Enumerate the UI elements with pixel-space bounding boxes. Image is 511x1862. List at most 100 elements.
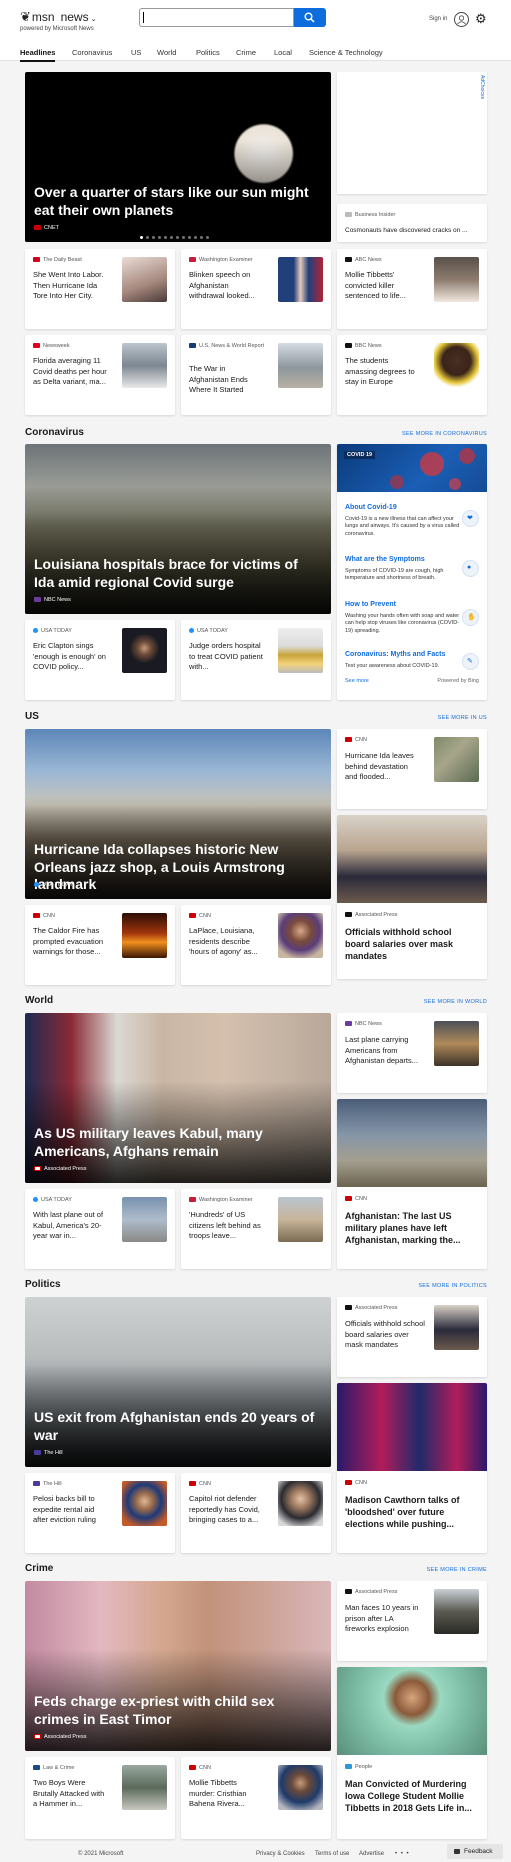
world-hero[interactable]: As US military leaves Kabul, many Americ… — [25, 1013, 331, 1183]
nav-crime[interactable]: Crime — [236, 48, 256, 57]
news-card[interactable]: USA TODAY Judge orders hospital to treat… — [181, 620, 331, 700]
card-title[interactable]: With last plane out of Kabul, America's … — [33, 1210, 108, 1242]
news-card[interactable]: CNN Capitol riot defender reportedly has… — [181, 1473, 331, 1553]
card-source: Associated Press — [345, 1305, 398, 1311]
news-card[interactable]: Washington Examiner Blinken speech on Af… — [181, 249, 331, 329]
chevron-down-icon[interactable]: ⌄ — [91, 16, 97, 23]
logo-news-text[interactable]: news — [61, 10, 89, 24]
privacy-link[interactable]: Privacy & Cookies — [256, 1851, 305, 1857]
hero-title[interactable]: Hurricane Ida collapses historic New Orl… — [34, 841, 321, 894]
covid-tag: COVID 19 — [344, 451, 376, 459]
card-thumbnail — [122, 343, 167, 388]
card-title[interactable]: LaPlace, Louisiana, residents describe '… — [189, 926, 264, 958]
politics-hero[interactable]: US exit from Afghanistan ends 20 years o… — [25, 1297, 331, 1467]
news-card[interactable]: The Hill Pelosi backs bill to expedite r… — [25, 1473, 175, 1553]
card-title[interactable]: The students amassing degrees to stay in… — [345, 356, 420, 388]
terms-link[interactable]: Terms of use — [315, 1851, 349, 1857]
card-title[interactable]: Officials withhold school board salaries… — [345, 926, 475, 962]
card-title[interactable]: Man Convicted of Murdering Iowa College … — [345, 1778, 475, 1814]
side-card[interactable]: NBC News Last plane carrying Americans f… — [337, 1013, 487, 1093]
search-icon — [304, 12, 315, 23]
coronavirus-hero[interactable]: Louisiana hospitals brace for victims of… — [25, 444, 331, 614]
hero-title[interactable]: Feds charge ex-priest with child sex cri… — [34, 1693, 321, 1728]
side-card[interactable]: Associated Press Officials withhold scho… — [337, 1297, 487, 1377]
see-more-us[interactable]: SEE MORE IN US — [438, 715, 487, 721]
tall-card[interactable]: CNN Madison Cawthorn talks of 'bloodshed… — [337, 1383, 487, 1553]
tall-card[interactable]: People Man Convicted of Murdering Iowa C… — [337, 1667, 487, 1839]
see-more-politics[interactable]: SEE MORE IN POLITICS — [418, 1283, 487, 1289]
side-card[interactable]: Associated Press Man faces 10 years in p… — [337, 1581, 487, 1661]
search-input[interactable] — [139, 8, 294, 27]
see-more-coronavirus[interactable]: SEE MORE IN CORONAVIRUS — [402, 431, 487, 437]
sign-in-link[interactable]: Sign in — [429, 16, 447, 22]
avatar-icon[interactable] — [454, 12, 469, 27]
nav-coronavirus[interactable]: Coronavirus — [72, 48, 112, 57]
hero-title[interactable]: As US military leaves Kabul, many Americ… — [34, 1125, 321, 1160]
news-card[interactable]: The Daily Beast She Went Into Labor. The… — [25, 249, 175, 329]
tall-card[interactable]: Associated Press Officials withhold scho… — [337, 815, 487, 979]
card-title[interactable]: Florida averaging 11 Covid deaths per ho… — [33, 356, 108, 388]
card-title[interactable]: The War in Afghanistan Ends Where It Sta… — [189, 364, 264, 396]
headline-hero[interactable]: Over a quarter of stars like our sun mig… — [25, 72, 331, 242]
adchoices-label[interactable]: AdChoices — [479, 75, 485, 99]
news-card[interactable]: CNN LaPlace, Louisiana, residents descri… — [181, 905, 331, 985]
card-title[interactable]: Judge orders hospital to treat COVID pat… — [189, 641, 264, 673]
nav-world[interactable]: World — [157, 48, 176, 57]
news-card[interactable]: USA TODAY With last plane out of Kabul, … — [25, 1189, 175, 1269]
news-card[interactable]: Law & Crime Two Boys Were Brutally Attac… — [25, 1757, 175, 1839]
news-card[interactable]: BBC News The students amassing degrees t… — [337, 335, 487, 415]
card-title[interactable]: Capitol riot defender reportedly has Cov… — [189, 1494, 264, 1526]
card-title[interactable]: Pelosi backs bill to expedite rental aid… — [33, 1494, 108, 1526]
card-title[interactable]: Blinken speech on Afghanistan withdrawal… — [189, 270, 264, 302]
see-more-crime[interactable]: SEE MORE IN CRIME — [427, 1567, 487, 1573]
search-button[interactable] — [294, 8, 326, 27]
nav-science-technology[interactable]: Science & Technology — [309, 48, 383, 57]
nav-local[interactable]: Local — [274, 48, 292, 57]
hero-title[interactable]: Over a quarter of stars like our sun mig… — [34, 184, 321, 219]
gear-icon[interactable]: ⚙ — [475, 11, 487, 27]
card-title[interactable]: Madison Cawthorn talks of 'bloodshed' ov… — [345, 1494, 475, 1530]
news-card[interactable]: CNN Mollie Tibbetts murder: Cristhian Ba… — [181, 1757, 331, 1839]
card-title[interactable]: Eric Clapton sings 'enough is enough' on… — [33, 641, 108, 673]
covid-see-more[interactable]: See more — [345, 678, 369, 684]
ad-slot[interactable]: AdChoices — [337, 72, 487, 194]
side-card[interactable]: Business Insider Cosmonauts have discove… — [337, 204, 487, 242]
nav-headlines[interactable]: Headlines — [20, 48, 56, 62]
card-title[interactable]: Mollie Tibbetts murder: Cristhian Bahena… — [189, 1778, 264, 1810]
carousel-dots[interactable] — [140, 236, 209, 239]
card-thumbnail — [122, 257, 167, 302]
news-card[interactable]: Newsweek Florida averaging 11 Covid deat… — [25, 335, 175, 415]
news-card[interactable]: Washington Examiner 'Hundreds' of US cit… — [181, 1189, 331, 1269]
card-title[interactable]: Afghanistan: The last US military planes… — [345, 1210, 475, 1246]
news-card[interactable]: ABC News Mollie Tibbetts' convicted kill… — [337, 249, 487, 329]
feedback-button[interactable]: Feedback — [447, 1844, 503, 1859]
card-thumbnail — [278, 1197, 323, 1242]
news-card[interactable]: CNN The Caldor Fire has prompted evacuat… — [25, 905, 175, 985]
card-source: CNN — [189, 1765, 211, 1771]
us-hero[interactable]: Hurricane Ida collapses historic New Orl… — [25, 729, 331, 899]
news-card[interactable]: U.S. News & World Report The War in Afgh… — [181, 335, 331, 415]
card-thumbnail — [278, 1481, 323, 1526]
card-title[interactable]: The Caldor Fire has prompted evacuation … — [33, 926, 108, 958]
hero-title[interactable]: US exit from Afghanistan ends 20 years o… — [34, 1409, 321, 1444]
more-icon[interactable]: • • • — [395, 1851, 410, 1857]
advertise-link[interactable]: Advertise — [359, 1851, 384, 1857]
card-title[interactable]: Officials withhold school board salaries… — [345, 1319, 425, 1351]
hero-title[interactable]: Louisiana hospitals brace for victims of… — [34, 556, 321, 591]
see-more-world[interactable]: SEE MORE IN WORLD — [424, 999, 487, 1005]
card-title[interactable]: She Went Into Labor. Then Hurricane Ida … — [33, 270, 108, 302]
card-title[interactable]: Mollie Tibbetts' convicted killer senten… — [345, 270, 420, 302]
card-title[interactable]: Hurricane Ida leaves behind devastation … — [345, 751, 420, 783]
card-title[interactable]: 'Hundreds' of US citizens left behind as… — [189, 1210, 264, 1242]
card-title[interactable]: Two Boys Were Brutally Attacked with a H… — [33, 1778, 108, 1810]
nav-us[interactable]: US — [131, 48, 141, 57]
nav-politics[interactable]: Politics — [196, 48, 220, 57]
tall-card[interactable]: CNN Afghanistan: The last US military pl… — [337, 1099, 487, 1269]
card-title[interactable]: Last plane carrying Americans from Afgha… — [345, 1035, 420, 1067]
news-card[interactable]: USA TODAY Eric Clapton sings 'enough is … — [25, 620, 175, 700]
msn-logo[interactable]: ❦msn news ⌄ — [20, 9, 96, 25]
card-title[interactable]: Man faces 10 years in prison after LA fi… — [345, 1603, 420, 1635]
card-image — [337, 1383, 487, 1471]
crime-hero[interactable]: Feds charge ex-priest with child sex cri… — [25, 1581, 331, 1751]
side-card[interactable]: CNN Hurricane Ida leaves behind devastat… — [337, 729, 487, 809]
